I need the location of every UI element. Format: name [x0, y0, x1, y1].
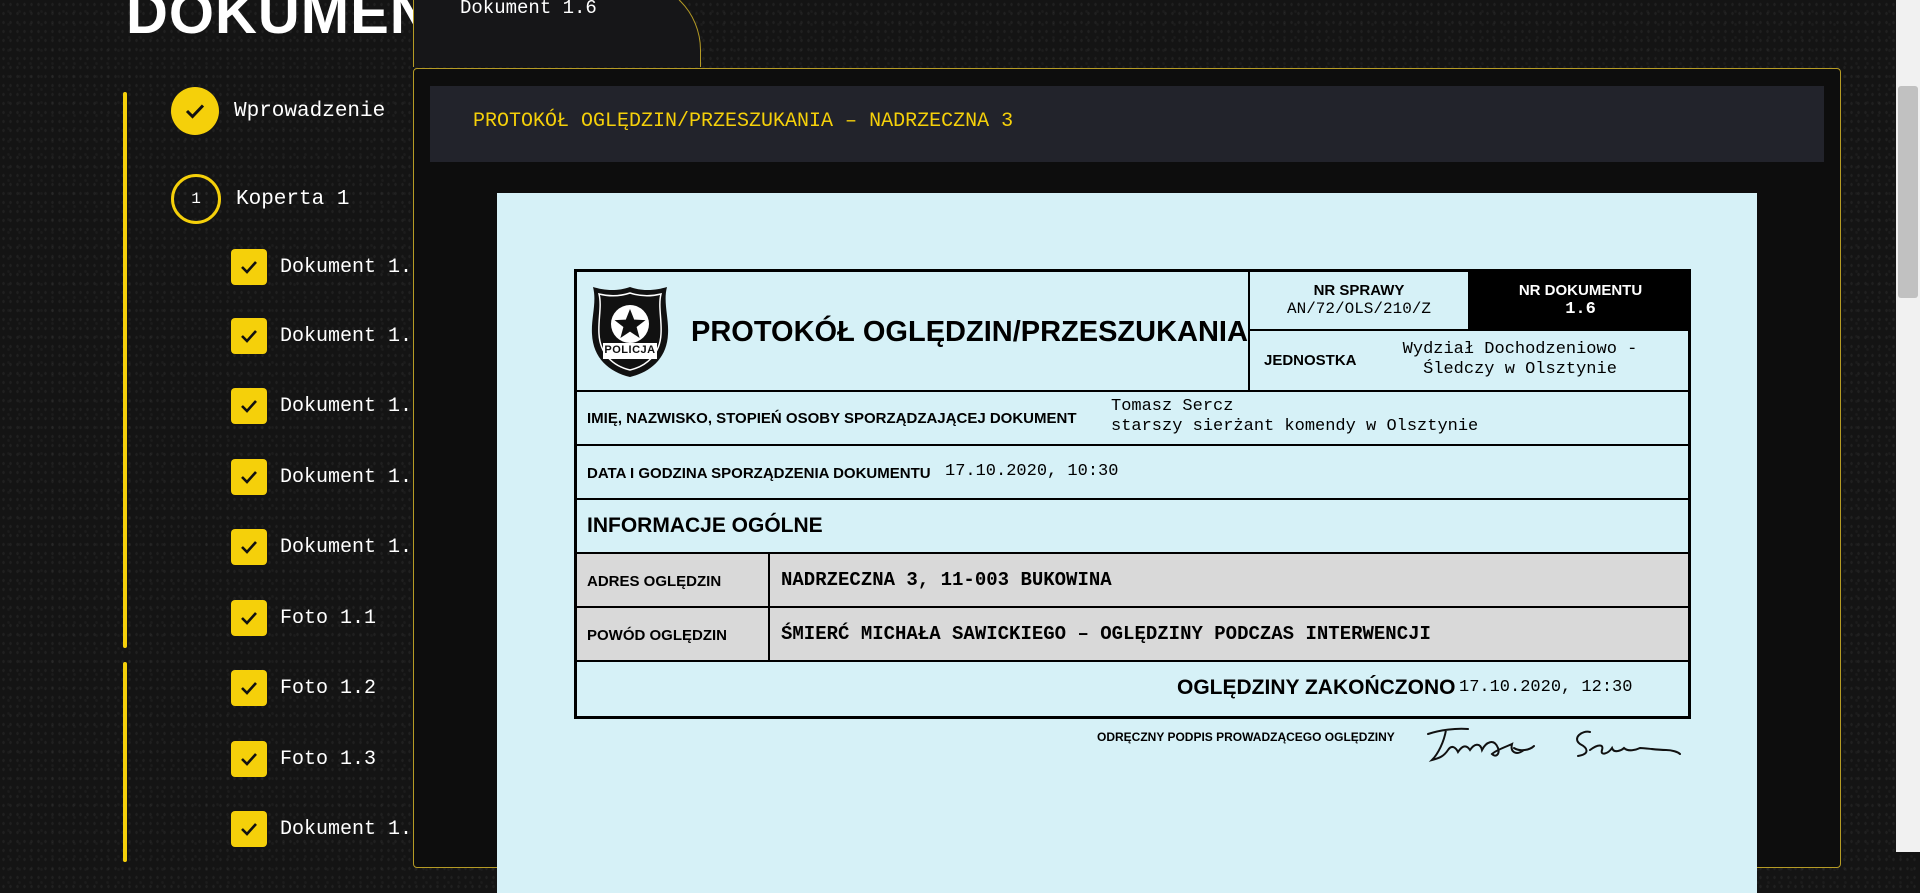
jednostka-value-line2: Śledczy w Olsztynie: [1423, 360, 1617, 379]
section-row: INFORMACJE OGÓLNE: [577, 500, 1688, 554]
osoba-row: IMIĘ, NAZWISKO, STOPIEŃ OSOBY SPORZĄDZAJ…: [577, 392, 1688, 446]
meta-cell: NR SPRAWY AN/72/OLS/210/Z NR DOKUMENTU 1…: [1250, 272, 1691, 390]
sub-item-label: Dokument 1.1: [280, 255, 425, 279]
nr-dokumentu-label: NR DOKUMENTU: [1518, 282, 1643, 299]
adres-value: NADRZECZNA 3, 11-003 BUKOWINA: [781, 569, 1112, 591]
check-icon: [231, 388, 267, 424]
modal-header: PROTOKÓŁ OGLĘDZIN/PRZESZUKANIA – NADRZEC…: [430, 86, 1824, 162]
check-icon: [231, 741, 267, 777]
document-title: PROTOKÓŁ OGLĘDZIN/PRZESZUKANIA: [691, 316, 1248, 348]
nr-sprawy-cell: NR SPRAWY AN/72/OLS/210/Z: [1250, 272, 1470, 331]
jednostka-value-line1: Wydział Dochodzeniowo -: [1402, 340, 1638, 359]
sub-item-dokument-1-2[interactable]: Dokument 1.2: [231, 318, 424, 354]
sub-item-dokument-1-4[interactable]: Dokument 1.4: [231, 459, 424, 495]
document-tab[interactable]: Dokument 1.6: [413, 0, 701, 67]
sub-item-label: Dokument 1.5: [280, 535, 425, 559]
form-header-row: POLICJA PROTOKÓŁ OGLĘDZIN/PRZESZUKANIA N…: [577, 272, 1691, 392]
nr-sprawy-label: NR SPRAWY: [1313, 282, 1405, 299]
nav-item-wprowadzenie[interactable]: Wprowadzenie: [171, 87, 385, 135]
zakonczono-value: 17.10.2020, 12:30: [1459, 678, 1633, 697]
sub-item-dokument-1-6[interactable]: Dokument 1.6: [231, 811, 424, 847]
osoba-value-line1: Tomasz Sercz: [1111, 397, 1234, 416]
adres-row: ADRES OGLĘDZIN NADRZECZNA 3, 11-003 BUKO…: [577, 554, 1688, 608]
nr-dokumentu-value: 1.6: [1565, 300, 1596, 319]
powod-value: ŚMIERĆ MICHAŁA SAWICKIEGO – OGLĘDZINY PO…: [781, 623, 1431, 645]
sub-item-label: Dokument 1.4: [280, 465, 425, 489]
timeline-line-2: [123, 662, 127, 862]
jednostka-label: JEDNOSTKA: [1264, 352, 1357, 369]
protocol-form: POLICJA PROTOKÓŁ OGLĘDZIN/PRZESZUKANIA N…: [574, 269, 1691, 719]
scrollbar-thumb[interactable]: [1898, 86, 1918, 298]
data-row: DATA I GODZINA SPORZĄDZENIA DOKUMENTU 17…: [577, 446, 1688, 500]
data-label: DATA I GODZINA SPORZĄDZENIA DOKUMENTU: [587, 465, 931, 482]
podpis-label: ODRĘCZNY PODPIS PROWADZĄCEGO OGLĘDZINY: [1097, 730, 1395, 744]
tab-label: Dokument 1.6: [460, 0, 597, 19]
nr-sprawy-value: AN/72/OLS/210/Z: [1286, 300, 1432, 318]
check-icon: [231, 600, 267, 636]
powod-label-cell: POWÓD OGLĘDZIN: [577, 608, 770, 660]
sub-item-foto-1-2[interactable]: Foto 1.2: [231, 670, 376, 706]
nr-dokumentu-cell: NR DOKUMENTU 1.6: [1470, 272, 1691, 331]
powod-row: POWÓD OGLĘDZIN ŚMIERĆ MICHAŁA SAWICKIEGO…: [577, 608, 1688, 662]
zakonczono-label: OGLĘDZINY ZAKOŃCZONO: [1177, 676, 1456, 699]
nav-item-koperta-1[interactable]: 1 Koperta 1: [171, 174, 349, 224]
check-icon: [231, 459, 267, 495]
jednostka-value: Wydział Dochodzeniowo - Śledczy w Olszty…: [1385, 340, 1655, 380]
nav-item-label: Wprowadzenie: [234, 99, 386, 123]
sub-item-label: Dokument 1.3: [280, 394, 425, 418]
osoba-label: IMIĘ, NAZWISKO, STOPIEŃ OSOBY SPORZĄDZAJ…: [587, 410, 1077, 427]
data-value: 17.10.2020, 10:30: [945, 462, 1119, 481]
handwritten-signature: [1422, 720, 1682, 775]
check-icon: [231, 318, 267, 354]
nav-item-label: Koperta 1: [236, 187, 350, 211]
sub-item-label: Foto 1.1: [280, 606, 377, 630]
check-icon: [231, 529, 267, 565]
sub-item-dokument-1-1[interactable]: Dokument 1.1: [231, 249, 424, 285]
document-modal: PROTOKÓŁ OGLĘDZIN/PRZESZUKANIA – NADRZEC…: [413, 68, 1841, 893]
osoba-value-line2: starszy sierżant komendy w Olsztynie: [1111, 417, 1479, 436]
document-paper: POLICJA PROTOKÓŁ OGLĘDZIN/PRZESZUKANIA N…: [497, 193, 1757, 893]
sub-item-label: Dokument 1.6: [280, 817, 425, 841]
zakonczono-row: OGLĘDZINY ZAKOŃCZONO 17.10.2020, 12:30: [577, 662, 1688, 716]
osoba-value: Tomasz Sercz starszy sierżant komendy w …: [1111, 397, 1478, 437]
check-icon: [171, 87, 219, 135]
badge-text: POLICJA: [604, 344, 656, 356]
check-icon: [231, 811, 267, 847]
step-number-badge: 1: [171, 174, 221, 224]
check-icon: [231, 249, 267, 285]
sub-item-foto-1-3[interactable]: Foto 1.3: [231, 741, 376, 777]
powod-label: POWÓD OGLĘDZIN: [587, 627, 727, 644]
sub-item-label: Foto 1.3: [280, 747, 377, 771]
adres-label-cell: ADRES OGLĘDZIN: [577, 554, 770, 606]
modal-title: PROTOKÓŁ OGLĘDZIN/PRZESZUKANIA – NADRZEC…: [473, 110, 1014, 133]
police-badge-icon: POLICJA: [589, 284, 671, 385]
sub-item-label: Dokument 1.2: [280, 324, 425, 348]
section-title: INFORMACJE OGÓLNE: [587, 514, 823, 537]
title-cell: POLICJA PROTOKÓŁ OGLĘDZIN/PRZESZUKANIA: [577, 272, 1250, 390]
sub-item-dokument-1-3[interactable]: Dokument 1.3: [231, 388, 424, 424]
sub-item-foto-1-1[interactable]: Foto 1.1: [231, 600, 376, 636]
check-icon: [231, 670, 267, 706]
jednostka-cell: JEDNOSTKA Wydział Dochodzeniowo - Śledcz…: [1250, 331, 1691, 390]
adres-label: ADRES OGLĘDZIN: [587, 573, 722, 590]
scrollbar-track[interactable]: [1896, 0, 1920, 852]
timeline-line: [123, 92, 127, 648]
sub-item-label: Foto 1.2: [280, 676, 377, 700]
sub-item-dokument-1-5[interactable]: Dokument 1.5: [231, 529, 424, 565]
